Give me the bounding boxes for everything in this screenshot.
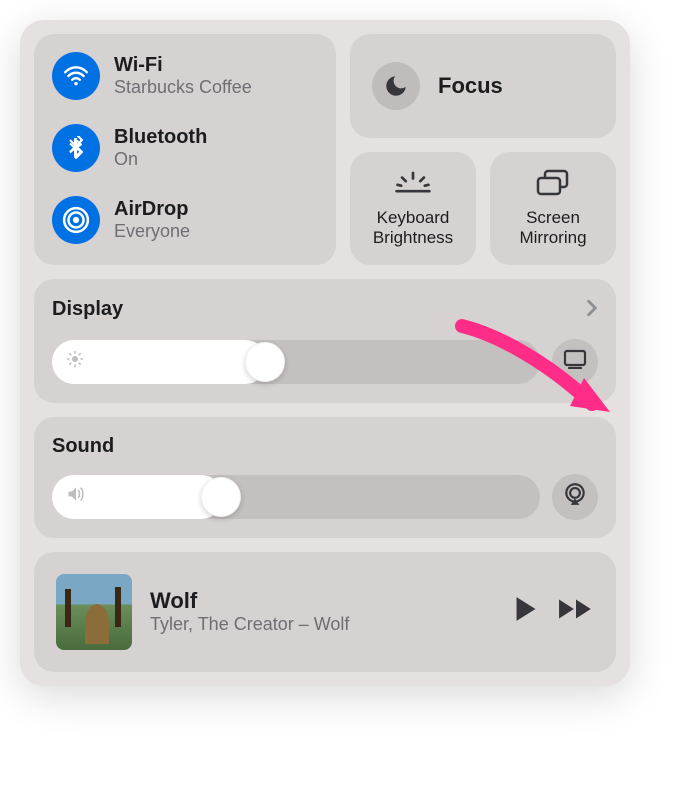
- control-center-panel: Wi-Fi Starbucks Coffee Bluetooth On: [20, 20, 630, 686]
- speaker-icon: [66, 485, 86, 508]
- connectivity-card: Wi-Fi Starbucks Coffee Bluetooth On: [34, 34, 336, 265]
- airdrop-status: Everyone: [114, 221, 190, 242]
- airdrop-toggle[interactable]: AirDrop Everyone: [52, 196, 318, 244]
- bluetooth-label: Bluetooth: [114, 126, 207, 149]
- chevron-right-icon[interactable]: [586, 297, 598, 323]
- wifi-label: Wi-Fi: [114, 54, 252, 77]
- bluetooth-icon: [52, 124, 100, 172]
- display-label: Display: [52, 298, 123, 321]
- play-button[interactable]: [514, 596, 538, 627]
- media-subtitle: Tyler, The Creator – Wolf: [150, 614, 496, 635]
- keyboard-brightness-button[interactable]: Keyboard Brightness: [350, 152, 476, 265]
- album-art: [56, 574, 132, 650]
- wifi-status: Starbucks Coffee: [114, 77, 252, 98]
- sound-label: Sound: [52, 435, 114, 458]
- display-card: Display: [34, 279, 616, 403]
- keyboard-brightness-label: Keyboard Brightness: [358, 208, 468, 249]
- screen-mirroring-button[interactable]: Screen Mirroring: [490, 152, 616, 265]
- display-brightness-slider[interactable]: [52, 340, 540, 384]
- bluetooth-toggle[interactable]: Bluetooth On: [52, 124, 318, 172]
- sound-card: Sound: [34, 417, 616, 538]
- screen-mirroring-label: Screen Mirroring: [498, 208, 608, 249]
- media-title: Wolf: [150, 588, 496, 614]
- airplay-audio-button[interactable]: [552, 474, 598, 520]
- display-options-button[interactable]: [552, 339, 598, 385]
- wifi-toggle[interactable]: Wi-Fi Starbucks Coffee: [52, 52, 318, 100]
- keyboard-brightness-icon: [393, 168, 433, 198]
- bluetooth-status: On: [114, 149, 207, 170]
- sun-icon: [66, 350, 84, 373]
- fast-forward-button[interactable]: [558, 598, 594, 625]
- moon-icon: [372, 62, 420, 110]
- airplay-icon: [562, 481, 588, 512]
- monitor-icon: [563, 349, 587, 374]
- now-playing-card[interactable]: Wolf Tyler, The Creator – Wolf: [34, 552, 616, 672]
- sound-volume-slider[interactable]: [52, 475, 540, 519]
- airdrop-icon: [52, 196, 100, 244]
- focus-button[interactable]: Focus: [350, 34, 616, 138]
- focus-label: Focus: [438, 73, 503, 99]
- wifi-icon: [52, 52, 100, 100]
- airdrop-label: AirDrop: [114, 198, 190, 221]
- screen-mirroring-icon: [533, 168, 573, 198]
